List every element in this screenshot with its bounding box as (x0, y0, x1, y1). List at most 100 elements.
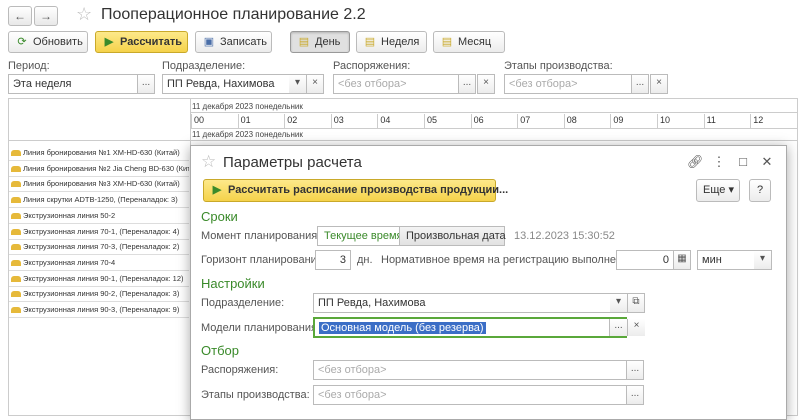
dialog-stages-select-button[interactable]: ... (626, 385, 644, 405)
dialog-division-field[interactable]: ПП Ревда, Нахимова (313, 293, 611, 313)
period-select-button[interactable]: ... (137, 74, 155, 94)
orders-clear-button[interactable]: × (477, 74, 495, 94)
machine-icon (11, 228, 21, 235)
machine-icon (11, 291, 21, 298)
division-clear-button[interactable]: × (306, 74, 324, 94)
models-label: Модели планирования: (201, 322, 320, 334)
production-line-row[interactable]: Экструзионная линия 50-2 (9, 208, 189, 224)
production-line-row[interactable]: Экструзионная линия 70-3, (Переналадок: … (9, 239, 189, 256)
stages-field[interactable]: <без отбора> (504, 74, 632, 94)
chevron-down-icon: ▾ (615, 296, 622, 307)
machine-icon (11, 150, 21, 157)
dialog-orders-select-button[interactable]: ... (626, 360, 644, 380)
production-line-label: Линия бронирования №1 XM-HD-630 (Китай) (23, 148, 180, 157)
current-time-option[interactable]: Текущее время (317, 226, 402, 246)
norm-time-unit-field[interactable]: мин (697, 250, 755, 270)
horizon-label: Горизонт планирования: (201, 254, 326, 266)
unit-dropdown-button[interactable]: ▾ (754, 250, 772, 270)
more-icon[interactable]: ⋮ (711, 154, 727, 170)
maximize-icon[interactable]: □ (735, 154, 751, 169)
timeline-hour: 07 (517, 114, 563, 128)
timeline-hour: 09 (610, 114, 656, 128)
timeline-hour: 11 (703, 114, 750, 128)
calc-params-dialog: ☆ Параметры расчета 🔗︎ ⋮ □ ✕ ▶ Рассчитать… (190, 145, 787, 420)
models-field[interactable]: Основная модель (без резерва) (313, 317, 627, 338)
dialog-orders-label: Распоряжения: (201, 364, 279, 376)
machine-icon (11, 275, 21, 282)
section-settings: Настройки (201, 276, 265, 291)
arbitrary-date-option[interactable]: Произвольная дата (399, 226, 506, 246)
production-line-row[interactable]: Экструзионная линия 90-2, (Переналадок: … (9, 286, 189, 303)
timeline-date-header: 11 декабря 2023 понедельник (192, 102, 303, 111)
production-line-row[interactable]: Линия бронирования №1 XM-HD-630 (Китай) (9, 145, 189, 161)
division-field[interactable]: ПП Ревда, Нахимова (162, 74, 290, 94)
norm-time-field[interactable]: 0 (616, 250, 674, 270)
timeline-hour: 12 (750, 114, 796, 128)
machine-icon (11, 165, 21, 172)
calculator-button[interactable]: ▦ (673, 250, 691, 270)
norm-time-label: Нормативное время на регистрацию выполне… (381, 254, 638, 266)
chevron-down-icon: ▾ (294, 77, 301, 88)
timeline-hour: 04 (377, 114, 423, 128)
timeline-hour: 02 (284, 114, 330, 128)
month-view-button[interactable]: ▤ Месяц (433, 31, 505, 53)
timeline-date-header-2: 11 декабря 2023 понедельник (192, 130, 303, 139)
dialog-stages-field[interactable]: <без отбора> (313, 385, 627, 405)
horizon-field[interactable]: 3 (315, 250, 351, 270)
section-filter: Отбор (201, 343, 239, 358)
link-icon[interactable]: 🔗︎ (687, 154, 704, 170)
help-button[interactable]: ? (749, 179, 771, 202)
calendar-day-icon: ▤ (298, 36, 310, 48)
back-button[interactable]: ← (8, 6, 32, 26)
production-line-row[interactable]: Линия бронирования №3 XM-HD-630 (Китай) (9, 176, 189, 193)
production-line-row[interactable]: Экструзионная линия 90-1, (Переналадок: … (9, 271, 189, 287)
production-line-row[interactable]: Экструзионная линия 70-4 (9, 255, 189, 271)
horizon-unit: дн. (357, 254, 373, 266)
stages-select-button[interactable]: ... (631, 74, 649, 94)
dialog-orders-field[interactable]: <без отбора> (313, 360, 627, 380)
models-clear-button[interactable]: × (627, 319, 645, 336)
orders-select-button[interactable]: ... (458, 74, 476, 94)
forward-button[interactable]: → (34, 6, 58, 26)
dialog-division-open[interactable]: ⧉ (627, 293, 645, 313)
close-icon[interactable]: ✕ (759, 154, 775, 170)
planning-moment-label: Момент планирования: (201, 230, 321, 242)
save-button[interactable]: ▣ Записать (195, 31, 272, 53)
production-line-label: Экструзионная линия 90-2, (Переналадок: … (23, 289, 180, 299)
refresh-button[interactable]: ⟳ Обновить (8, 31, 88, 53)
dialog-title: Параметры расчета (223, 154, 362, 171)
timeline-hour: 05 (424, 114, 470, 128)
week-view-button[interactable]: ▤ Неделя (356, 31, 427, 53)
orders-field[interactable]: <без отбора> (333, 74, 459, 94)
machine-icon (11, 259, 21, 266)
favorite-star-icon[interactable]: ☆ (76, 5, 92, 23)
production-line-row[interactable]: Экструзионная линия 70-1, (Переналадок: … (9, 224, 189, 240)
more-button[interactable]: Еще ▾ (696, 179, 740, 202)
period-field[interactable]: Эта неделя (8, 74, 138, 94)
division-dropdown-button[interactable]: ▾ (289, 74, 307, 94)
production-line-label: Экструзионная линия 90-3, (Переналадок: … (23, 305, 180, 314)
production-line-label: Экструзионная линия 90-1, (Переналадок: … (23, 273, 184, 283)
calc-schedule-button[interactable]: ▶ Рассчитать расписание производства прод… (203, 179, 508, 202)
production-line-label: Экструзионная линия 70-1, (Переналадок: … (23, 226, 180, 236)
timeline-hour: 08 (563, 114, 610, 128)
page-title: Пооперационное планирование 2.2 (101, 6, 366, 23)
arrow-right-icon: → (40, 9, 52, 23)
favorite-star-icon[interactable]: ☆ (201, 152, 216, 172)
production-line-label: Экструзионная линия 70-3, (Переналадок: … (23, 242, 180, 252)
save-icon: ▣ (203, 36, 215, 48)
production-line-row[interactable]: Экструзионная линия 90-3, (Переналадок: … (9, 302, 189, 318)
production-line-row[interactable]: Линия скрутки ADTB-1250, (Переналадок: 3… (9, 192, 189, 209)
machine-icon (11, 212, 21, 219)
timeline-hour: 01 (237, 114, 284, 128)
models-select-button[interactable]: ... (609, 319, 627, 336)
dialog-stages-label: Этапы производства: (201, 389, 310, 401)
timeline-hour: 06 (470, 114, 517, 128)
stages-clear-button[interactable]: × (650, 74, 668, 94)
period-label: Период: (8, 60, 50, 72)
calculate-button[interactable]: ▶ Рассчитать (95, 31, 188, 53)
division-label: Подразделение: (162, 60, 246, 72)
dialog-division-dropdown[interactable]: ▾ (610, 293, 628, 313)
day-view-button[interactable]: ▤ День (290, 31, 350, 53)
production-line-row[interactable]: Линия бронирования №2 Jia Cheng BD-630 (… (9, 161, 189, 177)
